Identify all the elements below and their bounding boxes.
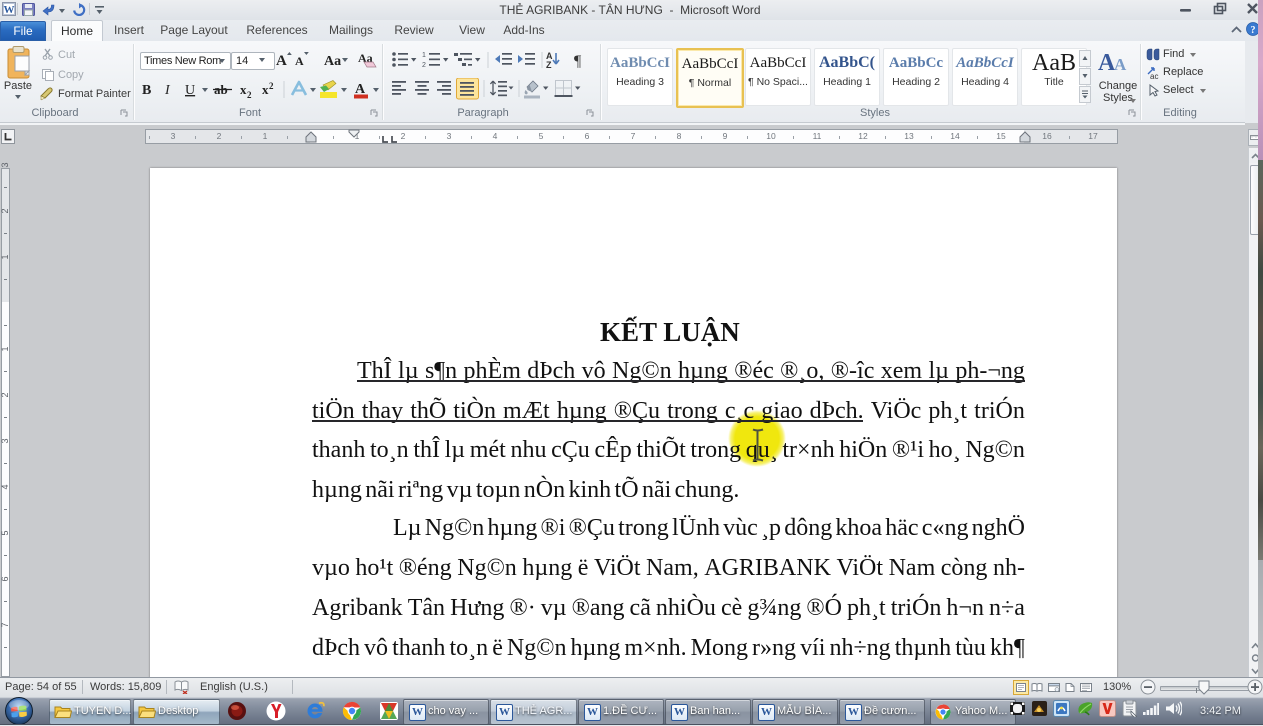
svg-text:ac: ac xyxy=(1150,72,1158,79)
svg-text:x: x xyxy=(240,82,247,97)
svg-text:W: W xyxy=(4,4,15,16)
svg-text:I: I xyxy=(164,83,171,98)
svg-text:1: 1 xyxy=(422,52,426,59)
svg-text:Z: Z xyxy=(546,60,552,70)
svg-text:2: 2 xyxy=(247,90,252,100)
svg-text:2: 2 xyxy=(422,62,426,69)
svg-text:?: ? xyxy=(1251,25,1256,36)
svg-text:2: 2 xyxy=(269,81,274,91)
svg-text:A: A xyxy=(295,54,304,68)
svg-text:x: x xyxy=(262,82,269,97)
svg-text:Aa: Aa xyxy=(324,54,341,69)
svg-text:U: U xyxy=(185,83,195,98)
svg-text:A: A xyxy=(1114,55,1127,74)
svg-text:B: B xyxy=(142,83,151,98)
svg-text:A: A xyxy=(276,53,287,69)
svg-text:¶: ¶ xyxy=(574,53,582,70)
